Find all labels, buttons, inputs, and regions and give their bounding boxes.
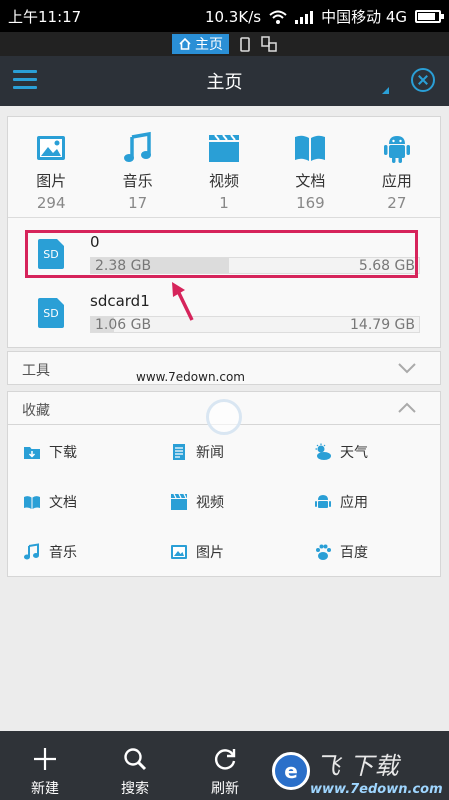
status-right: 10.3K/s 中国移动 4G — [204, 6, 444, 27]
fav-item-pictures[interactable]: 图片 — [170, 541, 224, 563]
image-icon — [37, 136, 66, 160]
plus-icon — [34, 748, 56, 770]
watermark-text: www.7edown.com — [136, 370, 245, 384]
wifi-icon — [269, 10, 287, 24]
highlight-box — [25, 230, 418, 278]
chevron-down-icon[interactable] — [398, 361, 416, 375]
storage-item-1[interactable]: SD sdcard1 1.06 GB 14.79 GB — [32, 292, 424, 342]
site-logo: e 飞 下载 www.7edown.com — [268, 740, 449, 800]
category-label: 文档 — [295, 172, 326, 190]
android-icon — [383, 136, 410, 163]
fav-label: 下载 — [49, 445, 77, 461]
fav-item-download[interactable]: 下载 — [23, 441, 77, 463]
status-bar: 上午11:17 10.3K/s 中国移动 4G — [0, 0, 449, 32]
category-label: 视频 — [209, 172, 240, 190]
tab-home[interactable]: 主页 — [172, 34, 229, 54]
category-row: 图片 294 音乐 17 视频 1 文档 169 应用 27 — [8, 127, 440, 217]
search-button-label: 搜索 — [121, 781, 149, 797]
fav-label: 音乐 — [49, 545, 77, 561]
storage-used: 1.06 GB — [95, 317, 152, 333]
favorites-grid: 下载 新闻 天气 文档 视频 应用 音乐 图片 百度 — [7, 425, 441, 577]
category-count: 17 — [128, 194, 148, 212]
carrier-label: 中国移动 4G — [321, 8, 407, 26]
network-device-icon[interactable] — [261, 35, 277, 53]
category-music[interactable]: 音乐 17 — [94, 127, 180, 217]
video-icon — [209, 134, 240, 162]
phone-icon[interactable] — [237, 35, 253, 53]
fav-label: 新闻 — [196, 445, 224, 461]
fav-item-news[interactable]: 新闻 — [170, 441, 224, 463]
refresh-icon — [214, 749, 236, 770]
storage-total: 14.79 GB — [350, 317, 415, 333]
refresh-button[interactable]: 刷新 — [180, 731, 270, 800]
sd-card-icon: SD — [38, 298, 64, 328]
storage-name: sdcard1 — [90, 292, 150, 310]
music-icon — [123, 131, 151, 162]
refresh-button-label: 刷新 — [211, 781, 239, 797]
dropdown-corner-icon[interactable] — [382, 87, 389, 94]
logo-lettering: 飞 下载 — [316, 752, 400, 780]
news-icon — [173, 444, 185, 460]
category-count: 1 — [219, 194, 229, 212]
window-tab-bar: 主页 — [0, 32, 449, 56]
status-time: 上午11:17 — [8, 8, 82, 26]
category-count: 294 — [36, 194, 66, 212]
fav-label: 图片 — [196, 545, 224, 561]
category-label: 应用 — [381, 172, 412, 190]
logo-url: www.7edown.com — [310, 782, 443, 797]
tools-title: 工具 — [22, 363, 50, 379]
search-icon — [124, 748, 147, 771]
fav-item-baidu[interactable]: 百度 — [314, 541, 368, 563]
fav-label: 应用 — [340, 495, 368, 511]
fav-item-music[interactable]: 音乐 — [23, 541, 77, 563]
fav-item-documents[interactable]: 文档 — [23, 491, 77, 513]
category-images[interactable]: 图片 294 — [8, 127, 94, 217]
fav-label: 视频 — [196, 495, 224, 511]
favorites-title: 收藏 — [22, 403, 50, 419]
picture-folder-icon — [171, 545, 187, 559]
video-folder-icon — [171, 493, 187, 510]
new-button-label: 新建 — [31, 781, 59, 797]
fav-label: 百度 — [340, 545, 368, 561]
divider — [8, 217, 440, 218]
book-icon — [295, 135, 326, 161]
category-apps[interactable]: 应用 27 — [354, 127, 440, 217]
storage-usage-bar: 1.06 GB 14.79 GB — [90, 316, 420, 333]
category-label: 音乐 — [122, 172, 153, 190]
weather-icon — [315, 443, 331, 460]
fav-item-apps[interactable]: 应用 — [314, 491, 368, 513]
annotation-arrow — [172, 282, 194, 321]
logo-ring-icon: e — [272, 752, 310, 790]
fav-item-video[interactable]: 视频 — [170, 491, 224, 513]
search-button[interactable]: 搜索 — [90, 731, 180, 800]
tab-home-label: 主页 — [195, 37, 223, 53]
title-bar: 主页 — [0, 56, 449, 106]
category-documents[interactable]: 文档 169 — [267, 127, 353, 217]
category-count: 169 — [296, 194, 325, 212]
close-icon[interactable] — [411, 68, 435, 92]
new-button[interactable]: 新建 — [0, 731, 90, 800]
chevron-up-icon[interactable] — [398, 401, 416, 415]
signal-icon — [295, 10, 314, 24]
music-folder-icon — [24, 543, 39, 560]
document-folder-icon — [24, 496, 40, 509]
category-count: 27 — [387, 194, 407, 212]
download-folder-icon — [24, 447, 40, 459]
app-folder-icon — [315, 495, 331, 508]
fav-label: 天气 — [340, 445, 368, 461]
baidu-paw-icon — [316, 544, 331, 560]
fav-label: 文档 — [49, 495, 77, 511]
home-icon — [179, 37, 191, 50]
battery-icon — [415, 10, 444, 23]
category-label: 图片 — [36, 172, 67, 190]
fav-item-weather[interactable]: 天气 — [314, 441, 368, 463]
loading-spinner — [206, 399, 242, 435]
network-speed: 10.3K/s — [204, 7, 262, 26]
category-video[interactable]: 视频 1 — [181, 127, 267, 217]
